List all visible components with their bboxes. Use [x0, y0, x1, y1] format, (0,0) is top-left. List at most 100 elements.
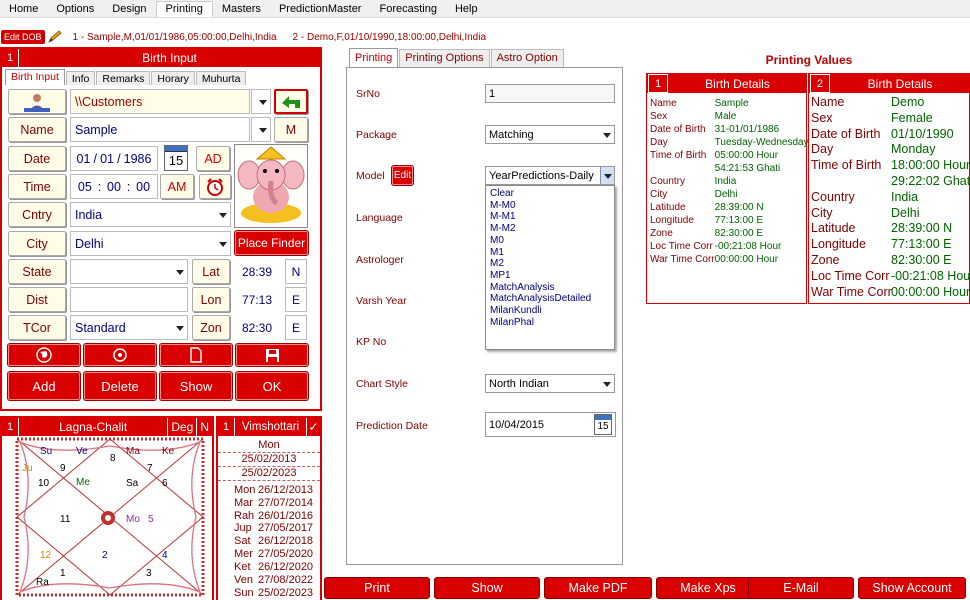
tab-muhurta[interactable]: Muhurta [195, 71, 247, 85]
country-label-button[interactable]: Cntry [8, 202, 66, 227]
ok-button[interactable]: OK [236, 372, 308, 400]
tab-birth-input[interactable]: Birth Input [5, 69, 65, 85]
date-label-button[interactable]: Date [8, 146, 66, 171]
edit-dob-button[interactable]: Edit DOB [1, 30, 45, 44]
checkmark-icon[interactable]: ✓ [306, 418, 320, 436]
save-button[interactable] [236, 344, 308, 366]
name-label-button[interactable]: Name [8, 117, 66, 142]
model-option[interactable]: MilanPhal [488, 317, 614, 329]
menu-help[interactable]: Help [446, 1, 487, 17]
model-option[interactable]: M-M0 [488, 200, 614, 212]
latitude-direction[interactable]: N [285, 259, 307, 284]
model-option[interactable]: MilanKundli [488, 305, 614, 317]
district-field[interactable] [70, 287, 188, 312]
dasha-row[interactable]: Mon 26/12/2013 [234, 484, 320, 497]
ad-button[interactable]: AD [196, 146, 230, 171]
longitude-direction[interactable]: E [285, 287, 307, 312]
zon-label-button[interactable]: Zon [192, 315, 230, 340]
menu-forecasting[interactable]: Forecasting [370, 1, 445, 17]
customers-dropdown[interactable] [251, 89, 271, 114]
dasha-row[interactable]: Ven 27/08/2022 [234, 574, 320, 587]
dasha-row[interactable]: Sat 26/12/2018 [234, 535, 320, 548]
tab-printing[interactable]: Printing [349, 48, 399, 67]
dasha-row[interactable]: Jup 27/05/2017 [234, 522, 320, 535]
time-correction-field[interactable]: Standard [70, 315, 188, 340]
dob-entry-1[interactable]: 1 - Sample,M,01/01/1986,05:00:00,Delhi,I… [73, 32, 277, 43]
tab-horary[interactable]: Horary [151, 71, 195, 85]
show-account-button[interactable]: Show Account [858, 577, 966, 599]
n-toggle[interactable]: N [196, 418, 212, 436]
customers-path-field[interactable]: \\Customers [70, 89, 250, 114]
tab-remarks[interactable]: Remarks [96, 71, 151, 85]
tcor-label-button[interactable]: TCor [8, 315, 66, 340]
globe-button[interactable] [8, 344, 80, 366]
date-field[interactable]: 01/01/1986 [70, 146, 158, 171]
tab-astro-option[interactable]: Astro Option [490, 49, 564, 67]
astrologer-icon-button[interactable] [8, 89, 66, 114]
model-option[interactable]: M-M1 [488, 211, 614, 223]
city-label-button[interactable]: City [8, 231, 66, 256]
pencil-icon[interactable] [47, 30, 63, 44]
dasha-row[interactable]: Mer 27/05/2020 [234, 548, 320, 561]
state-field[interactable] [70, 259, 188, 284]
menu-options[interactable]: Options [47, 1, 103, 17]
dasha-row[interactable]: Sun 25/02/2023 [234, 587, 320, 600]
calendar-icon[interactable]: 15 [164, 145, 188, 171]
time-label-button[interactable]: Time [8, 174, 66, 199]
zone-value[interactable]: 82:30 [234, 315, 280, 340]
prediction-calendar-icon[interactable]: 15 [594, 414, 612, 435]
model-option[interactable]: MP1 [488, 270, 614, 282]
dist-label-button[interactable]: Dist [8, 287, 66, 312]
new-document-button[interactable] [160, 344, 232, 366]
lon-label-button[interactable]: Lon [192, 287, 230, 312]
menu-printing[interactable]: Printing [155, 0, 213, 17]
state-label-button[interactable]: State [8, 259, 66, 284]
model-option[interactable]: M0 [488, 235, 614, 247]
lat-label-button[interactable]: Lat [192, 259, 230, 284]
model-edit-button[interactable]: Edit [392, 166, 413, 185]
model-option[interactable]: M2 [488, 258, 614, 270]
name-dropdown[interactable] [251, 117, 271, 142]
place-finder-button[interactable]: Place Finder [235, 231, 308, 255]
show-print-button[interactable]: Show [434, 577, 540, 599]
model-option[interactable]: MatchAnalysis [488, 282, 614, 294]
clock-reset-button[interactable] [199, 174, 231, 199]
model-option[interactable]: M1 [488, 247, 614, 259]
country-field[interactable]: India [70, 202, 231, 227]
model-option[interactable]: Clear [488, 188, 614, 200]
menu-home[interactable]: Home [0, 1, 47, 17]
menu-masters[interactable]: Masters [213, 1, 270, 17]
name-field[interactable]: Sample [70, 117, 250, 142]
srno-field[interactable]: 1 [485, 84, 615, 103]
zone-direction[interactable]: E [285, 315, 307, 340]
longitude-value[interactable]: 77:13 [234, 287, 280, 312]
email-button[interactable]: E-Mail [748, 577, 854, 599]
tab-printing-options[interactable]: Printing Options [399, 49, 490, 67]
print-button[interactable]: Print [324, 577, 430, 599]
package-select[interactable]: Matching [485, 125, 615, 144]
up-arrow-button[interactable] [274, 89, 308, 114]
model-option[interactable]: M-M2 [488, 223, 614, 235]
dasha-row[interactable]: Mar 27/07/2014 [234, 497, 320, 510]
chart-style-select[interactable]: North Indian [485, 374, 615, 393]
dob-entry-2[interactable]: 2 - Demo,F,01/10/1990,18:00:00,Delhi,Ind… [293, 32, 486, 43]
model-select[interactable]: YearPredictions-Daily [485, 166, 615, 185]
am-button[interactable]: AM [160, 174, 194, 199]
tab-info[interactable]: Info [65, 71, 96, 85]
city-field[interactable]: Delhi [70, 231, 231, 256]
menu-design[interactable]: Design [103, 1, 155, 17]
make-pdf-button[interactable]: Make PDF [544, 577, 652, 599]
model-option[interactable]: MatchAnalysisDetailed [488, 293, 614, 305]
time-field[interactable]: 05:00:00 [70, 174, 158, 199]
dasha-row[interactable]: Ket 26/12/2020 [234, 561, 320, 574]
deg-toggle[interactable]: Deg [167, 418, 196, 436]
gender-button[interactable]: M [274, 117, 308, 142]
add-button[interactable]: Add [8, 372, 80, 400]
delete-button[interactable]: Delete [84, 372, 156, 400]
latitude-value[interactable]: 28:39 [234, 259, 280, 284]
show-button[interactable]: Show [160, 372, 232, 400]
menu-predictionmaster[interactable]: PredictionMaster [270, 1, 371, 17]
dasha-row[interactable]: Rah 26/01/2016 [234, 510, 320, 523]
target-button[interactable] [84, 344, 156, 366]
make-xps-button[interactable]: Make Xps [656, 577, 760, 599]
